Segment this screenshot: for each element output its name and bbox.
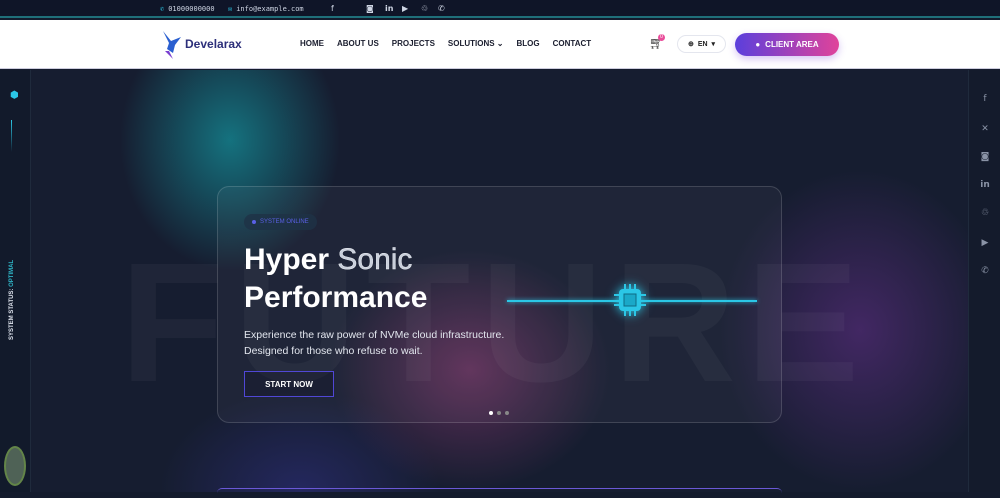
facebook-icon[interactable]: f <box>969 94 1000 104</box>
start-now-button[interactable]: START NOW <box>244 371 334 397</box>
cpu-chip-icon <box>614 284 646 316</box>
chevron-down-icon: ⌄ <box>494 39 504 48</box>
right-social-rail: f ✕ ◙ in ♲ ▶ ✆ <box>968 70 1000 492</box>
logo[interactable]: Develarax <box>161 29 242 59</box>
nav-home[interactable]: HOME <box>300 39 324 48</box>
phone-icon: ✆ <box>160 5 165 13</box>
nav-projects[interactable]: PROJECTS <box>392 39 435 48</box>
linkedin-icon[interactable]: in <box>969 180 1000 190</box>
email-link[interactable]: ✉ info@example.com <box>228 5 304 13</box>
header: Develarax HOME ABOUT US PROJECTS SOLUTIO… <box>0 20 1000 69</box>
system-status: SYSTEM STATUS: OPTIMAL <box>9 259 15 340</box>
caret-down-icon: ▾ <box>711 41 716 48</box>
cart-count-badge: 0 <box>658 34 665 41</box>
instagram-icon[interactable]: ◙ <box>969 152 1000 162</box>
whatsapp-icon[interactable]: ✆ <box>969 266 1000 276</box>
hero-slide-card: SYSTEM ONLINE Hyper Sonic Performance Exp… <box>217 186 782 423</box>
left-rail: ⬢ <box>0 70 31 492</box>
snapchat-icon[interactable]: ♲ <box>421 4 428 13</box>
instagram-icon[interactable]: ◙ <box>366 4 374 13</box>
status-dot-icon <box>252 220 256 224</box>
slide-dot-2[interactable] <box>497 411 501 415</box>
system-online-badge: SYSTEM ONLINE <box>244 214 317 230</box>
youtube-icon[interactable]: ▶ <box>402 4 408 13</box>
facebook-icon[interactable]: f <box>331 4 334 13</box>
nav-about[interactable]: ABOUT US <box>337 39 379 48</box>
corner-badge-icon <box>4 446 26 486</box>
top-bar: ✆ 01000000000 ✉ info@example.com f ◙ in ▶ … <box>0 0 1000 18</box>
nav-blog[interactable]: BLOG <box>517 39 540 48</box>
main-nav: HOME ABOUT US PROJECTS SOLUTIONS ⌄ BLOG … <box>300 39 591 48</box>
email-icon: ✉ <box>228 5 233 13</box>
slide-dot-1[interactable] <box>489 411 493 415</box>
nav-solutions[interactable]: SOLUTIONS ⌄ <box>448 39 504 48</box>
snapchat-icon[interactable]: ♲ <box>969 208 1000 218</box>
language-selector[interactable]: ⊕ EN ▾ <box>677 35 726 53</box>
nav-contact[interactable]: CONTACT <box>553 39 592 48</box>
phone-link[interactable]: ✆ 01000000000 <box>160 5 215 13</box>
whatsapp-icon[interactable]: ✆ <box>438 4 445 13</box>
user-icon: ● <box>755 40 761 49</box>
linkedin-icon[interactable]: in <box>385 4 393 13</box>
bird-logo-icon <box>163 31 181 59</box>
x-icon[interactable]: ✕ <box>969 124 1000 134</box>
client-area-button[interactable]: ● CLIENT AREA <box>735 33 839 56</box>
slide-dot-3[interactable] <box>505 411 509 415</box>
cube-icon[interactable]: ⬢ <box>10 90 19 101</box>
next-section-card <box>217 488 782 498</box>
rail-divider <box>11 120 12 152</box>
youtube-icon[interactable]: ▶ <box>969 238 1000 248</box>
slide-pagination <box>489 411 509 415</box>
hero-title: Hyper Sonic Performance <box>244 243 428 314</box>
globe-icon: ⊕ <box>687 41 694 48</box>
hero-description: Experience the raw power of NVMe cloud i… <box>244 329 505 357</box>
